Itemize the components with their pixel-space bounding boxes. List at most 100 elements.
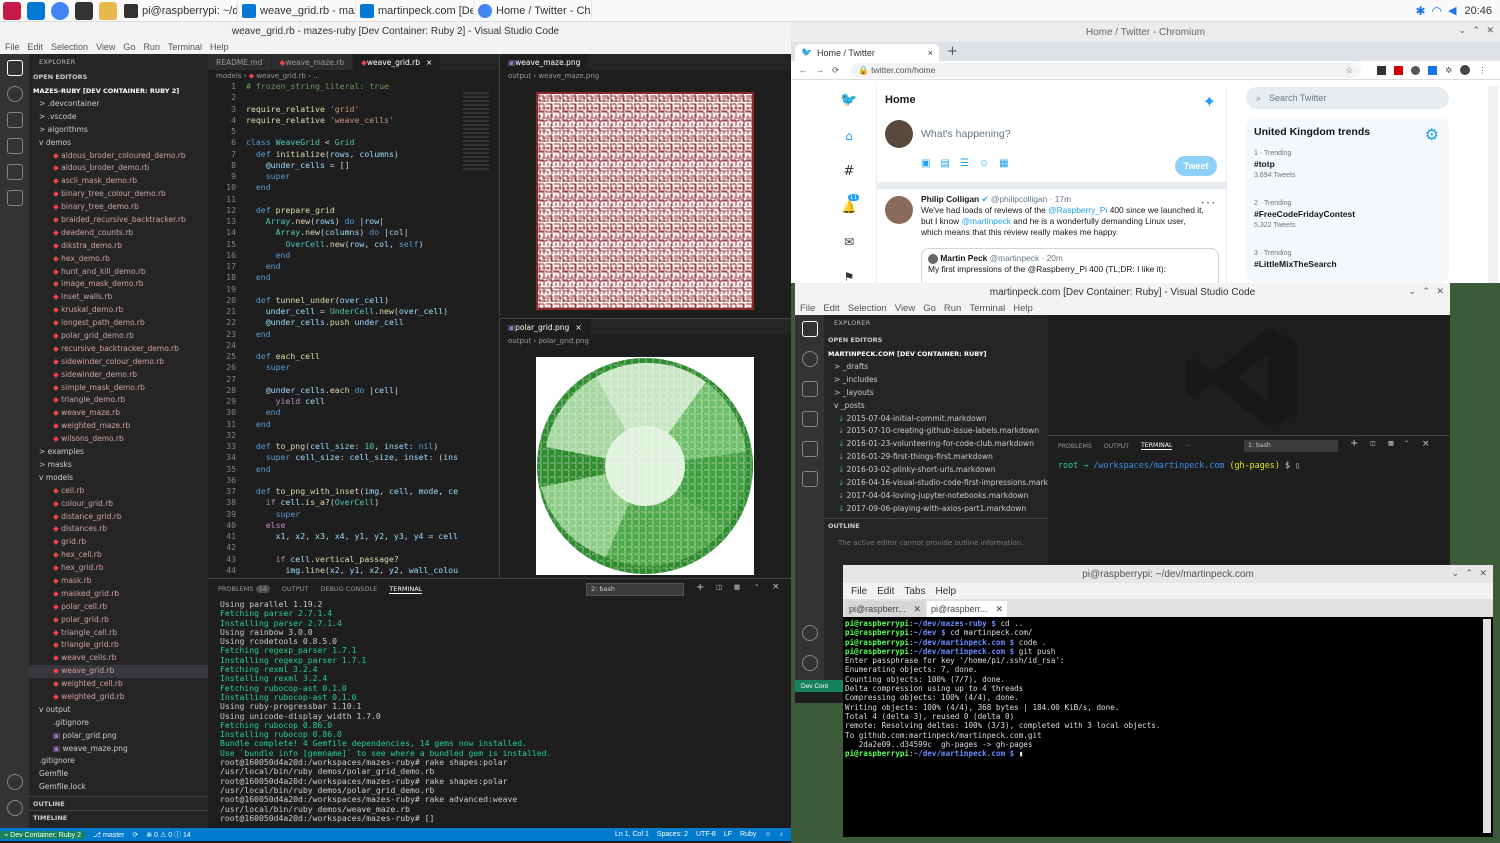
volume-icon[interactable]: ◀ bbox=[1448, 4, 1456, 17]
tree-item[interactable]: > algorithms bbox=[29, 124, 208, 137]
tab-output[interactable]: OUTPUT bbox=[1104, 443, 1129, 450]
tree-item[interactable]: ◆ weave_maze.rb bbox=[29, 407, 208, 420]
tree-item[interactable]: ◆ dikstra_demo.rb bbox=[29, 240, 208, 253]
tab-output[interactable]: OUTPUT bbox=[282, 585, 309, 593]
remote-indicator[interactable]: Dev Cont bbox=[795, 680, 843, 692]
workspace-root[interactable]: MAZES-RUBY [DEV CONTAINER: RUBY 2] bbox=[29, 84, 208, 98]
explorer-icon[interactable] bbox=[6, 60, 23, 76]
raspberry-menu-icon[interactable] bbox=[3, 1, 21, 20]
trend-item[interactable]: 1 · Trending #totp 3,694 Tweets bbox=[1246, 146, 1449, 196]
remote-explorer-icon[interactable] bbox=[6, 164, 23, 180]
code-text[interactable]: # frozen_string_literal: true require_re… bbox=[240, 81, 458, 578]
tree-item[interactable]: Gemfile.lock bbox=[29, 781, 208, 794]
outline-section[interactable]: OUTLINE bbox=[824, 517, 1048, 533]
tree-item[interactable]: ◆ distance_grid.rb bbox=[29, 511, 208, 524]
tree-item[interactable]: v output bbox=[29, 704, 208, 717]
chromium-launcher-icon[interactable] bbox=[51, 1, 69, 20]
tree-item[interactable]: ◆ weighted_cell.rb bbox=[29, 678, 208, 691]
tree-item[interactable]: ◆ kruskal_demo.rb bbox=[29, 304, 208, 317]
split-terminal-icon[interactable]: ◫ bbox=[1370, 440, 1376, 447]
tree-item[interactable]: ◆ simple_mask_demo.rb bbox=[29, 382, 208, 395]
tree-item[interactable]: ◆ hex_cell.rb bbox=[29, 549, 208, 562]
menu-selection[interactable]: Selection bbox=[51, 42, 88, 52]
account-icon[interactable] bbox=[6, 774, 23, 790]
tree-item[interactable]: ◆ mask.rb bbox=[29, 575, 208, 588]
gif-icon[interactable]: ▤ bbox=[940, 158, 949, 169]
sync-icon[interactable]: ⟳ bbox=[132, 831, 138, 839]
tree-item[interactable]: > .devcontainer bbox=[29, 98, 208, 111]
post-file[interactable]: ↓ 2017-04-04-loving-jupyter-notebooks.ma… bbox=[824, 490, 1048, 503]
extensions-puzzle-icon[interactable]: ✲ bbox=[1445, 65, 1452, 76]
tree-item[interactable]: ◆ weighted_maze.rb bbox=[29, 420, 208, 433]
branch-indicator[interactable]: ⎇ master bbox=[93, 831, 124, 839]
tree-item[interactable]: ◆ weighted_grid.rb bbox=[29, 691, 208, 704]
explorer-icon[interactable] bbox=[802, 321, 818, 337]
maximize-icon[interactable]: ⌃ bbox=[1422, 286, 1430, 297]
code-body[interactable]: 1 2 3 4 5 6 7 8 9 10 11 12 13 14 15 16 1… bbox=[208, 81, 499, 578]
terminal-output[interactable]: pi@raspberrypi:~/dev/mazes-ruby $ cd .. p… bbox=[843, 617, 1493, 760]
open-editors-section[interactable]: OPEN EDITORS bbox=[824, 333, 1048, 347]
trash-icon[interactable]: ▦ bbox=[1388, 440, 1394, 447]
close-panel-icon[interactable]: × bbox=[772, 582, 780, 592]
new-tab-icon[interactable]: + bbox=[947, 44, 958, 59]
menu-file[interactable]: File bbox=[5, 42, 20, 52]
run-debug-icon[interactable] bbox=[802, 411, 818, 427]
tweet-philip[interactable]: Philip Colligan ✔ @philipcolligan · 17m … bbox=[921, 194, 1221, 238]
remote-explorer-icon[interactable] bbox=[802, 441, 818, 457]
tab-debug-console[interactable]: DEBUG CONSOLE bbox=[320, 585, 377, 593]
quoted-tweet[interactable]: Martin Peck @martinpeck · 20m My first i… bbox=[921, 248, 1219, 283]
source-control-icon[interactable] bbox=[6, 112, 23, 128]
tree-item[interactable]: > _drafts bbox=[824, 361, 1048, 374]
post-file[interactable]: ↓ 2016-01-29-first-things-first.markdown bbox=[824, 451, 1048, 464]
tree-item[interactable]: ◆ sidewinder_demo.rb bbox=[29, 369, 208, 382]
tree-item[interactable]: ◆ recursive_backtracker_demo.rb bbox=[29, 343, 208, 356]
terminal-launcher-icon[interactable] bbox=[75, 1, 93, 20]
tree-item[interactable]: ◆ triangle_grid.rb bbox=[29, 639, 208, 652]
tweet-button[interactable]: Tweet bbox=[1175, 156, 1217, 176]
extension-icon[interactable] bbox=[1394, 65, 1404, 75]
terminal-output[interactable]: Using parallel 1.19.2 Fetching parser 2.7… bbox=[208, 599, 791, 823]
post-file[interactable]: ↓ 2016-01-23-volunteering-for-code-club.… bbox=[824, 438, 1048, 451]
problems-indicator[interactable]: ⊗ 0 ⚠ 0 ⓘ 14 bbox=[146, 830, 190, 840]
folder-launcher-icon[interactable] bbox=[99, 1, 117, 20]
tab-problems[interactable]: PROBLEMS 14 bbox=[218, 585, 270, 593]
line-ending[interactable]: LF bbox=[724, 831, 732, 838]
settings-gear-icon[interactable] bbox=[6, 800, 23, 816]
compose-input[interactable]: What's happening? bbox=[921, 128, 1011, 140]
tree-item[interactable]: ◆ binary_tree_demo.rb bbox=[29, 201, 208, 214]
close-icon[interactable]: ✕ bbox=[1479, 568, 1487, 579]
tab-terminal[interactable]: TERMINAL bbox=[1141, 442, 1173, 450]
task-vscode-martinpeck[interactable]: martinpeck.com [Dev ... bbox=[356, 0, 474, 21]
tab-terminal[interactable]: TERMINAL bbox=[389, 585, 423, 594]
tree-item[interactable]: > masks bbox=[29, 459, 208, 472]
minimize-icon[interactable]: ⌄ bbox=[1458, 25, 1466, 36]
new-terminal-icon[interactable]: + bbox=[1350, 438, 1358, 449]
twitter-search[interactable]: ⌕ Search Twitter bbox=[1246, 87, 1449, 109]
bluetooth-icon[interactable]: ✱ bbox=[1415, 4, 1425, 18]
close-tab-icon[interactable]: ✕ bbox=[995, 604, 1003, 615]
tree-item[interactable]: v models bbox=[29, 472, 208, 485]
trend-item[interactable]: 2 · Trending #FreeCodeFridayContest 5,322 … bbox=[1246, 196, 1449, 246]
tree-item[interactable]: .gitignore bbox=[29, 755, 208, 768]
tree-item[interactable]: ◆ masked_grid.rb bbox=[29, 588, 208, 601]
workspace-root[interactable]: MARTINPECK.COM [DEV CONTAINER: RUBY] bbox=[824, 347, 1048, 361]
tree-item[interactable]: ▣ weave_maze.png bbox=[29, 743, 208, 756]
avatar[interactable] bbox=[885, 120, 913, 148]
tree-item[interactable]: Gemfile bbox=[29, 768, 208, 781]
indentation[interactable]: Spaces: 2 bbox=[657, 831, 688, 838]
post-file[interactable]: ↓ 2016-04-16-visual-studio-code-first-im… bbox=[824, 477, 1048, 490]
terminal-tab-1[interactable]: pi@raspberr... ✕ bbox=[845, 601, 925, 617]
close-panel-icon[interactable]: × bbox=[1422, 439, 1430, 449]
avatar[interactable] bbox=[885, 196, 913, 224]
task-chromium[interactable]: Home / Twitter - Chro... bbox=[474, 0, 592, 21]
extensions-icon[interactable] bbox=[6, 190, 23, 206]
new-terminal-icon[interactable]: + bbox=[696, 582, 704, 593]
timeline-section[interactable]: TIMELINE bbox=[29, 810, 208, 825]
more-icon[interactable]: ··· bbox=[1200, 194, 1216, 212]
minimap[interactable] bbox=[463, 92, 489, 172]
close-icon[interactable]: ✕ bbox=[1486, 25, 1494, 36]
tree-item[interactable]: > _layouts bbox=[824, 387, 1048, 400]
tree-item[interactable]: ◆ polar_grid.rb bbox=[29, 614, 208, 627]
open-editors-section[interactable]: OPEN EDITORS bbox=[29, 70, 208, 84]
extensions-icon[interactable] bbox=[802, 471, 818, 487]
